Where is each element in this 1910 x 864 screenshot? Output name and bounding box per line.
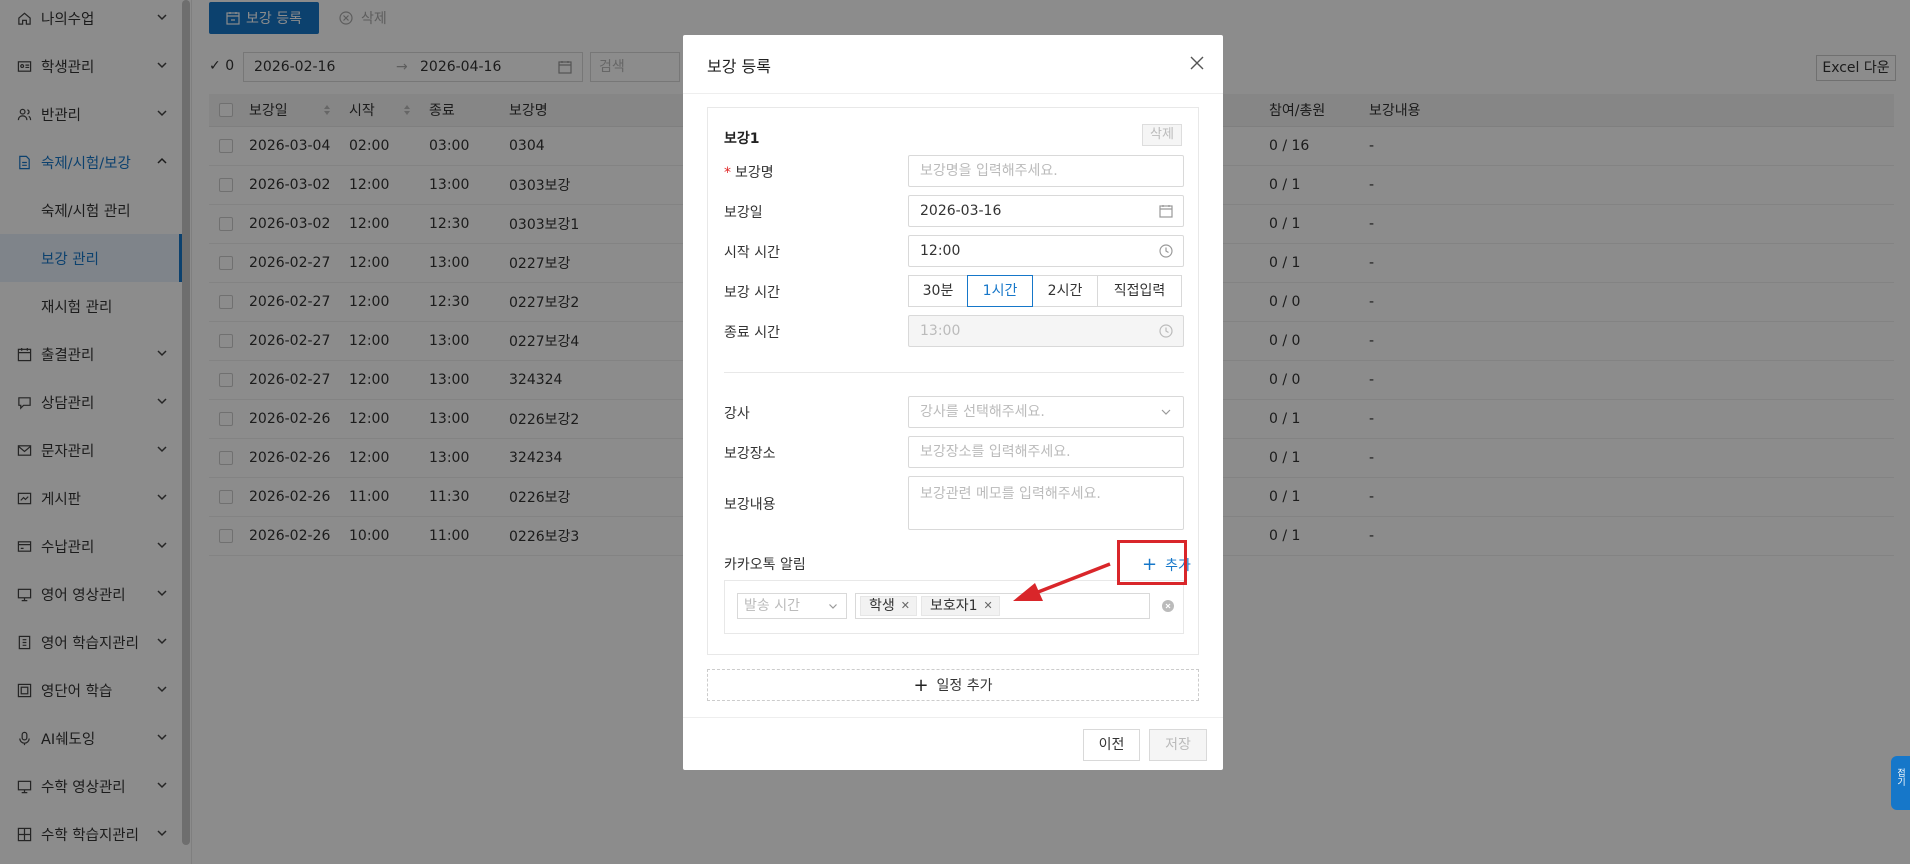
chevron-down-icon [829, 604, 837, 609]
side-collapse-label: 접기 [1895, 768, 1905, 786]
start-value: 12:00 [920, 243, 961, 259]
card-title: 보강1 [724, 131, 760, 147]
start-time-input[interactable]: 12:00 [908, 235, 1184, 267]
recipient-tag-label: 학생 [869, 598, 895, 614]
modal-title: 보강 등록 [707, 57, 771, 76]
duration-2h[interactable]: 2시간 [1032, 275, 1098, 307]
duration-30min[interactable]: 30분 [908, 275, 968, 307]
start-label: 시작 시간 [724, 245, 780, 261]
annotation-arrow [1013, 562, 1111, 601]
prev-button[interactable]: 이전 [1083, 729, 1140, 761]
name-label-text: 보강명 [735, 165, 774, 181]
name-label: * 보강명 [724, 162, 774, 182]
clear-icon[interactable] [1162, 600, 1174, 612]
teacher-label: 강사 [724, 406, 750, 422]
plus-icon: + [913, 674, 929, 696]
duration-label: 보강 시간 [724, 285, 780, 301]
makeup-register-modal: 보강 등록 보강1 삭제 * 보강명 보강명을 입력해주세요. 보강일 2026-… [683, 35, 1223, 770]
save-button[interactable]: 저장 [1149, 729, 1207, 761]
content-textarea[interactable]: 보강관련 메모를 입력해주세요. [908, 476, 1184, 530]
close-icon[interactable]: ✕ [984, 597, 993, 615]
teacher-select[interactable]: 강사를 선택해주세요. [908, 396, 1184, 428]
place-input[interactable]: 보강장소를 입력해주세요. [908, 436, 1184, 468]
send-time-select[interactable]: 발송 시간 [737, 593, 847, 619]
close-icon[interactable]: ✕ [901, 597, 910, 615]
end-time-input: 13:00 [908, 315, 1184, 347]
send-time-placeholder: 발송 시간 [744, 598, 800, 614]
add-schedule-button[interactable]: + 일정 추가 [707, 669, 1199, 701]
divider [724, 372, 1184, 373]
annotation-highlight-box [1117, 540, 1187, 585]
date-value: 2026-03-16 [920, 203, 1002, 219]
name-input[interactable]: 보강명을 입력해주세요. [908, 155, 1184, 187]
clock-icon [1159, 244, 1173, 258]
recipient-tag: 보호자1 ✕ [920, 596, 1000, 616]
recipient-tag-label: 보호자1 [929, 598, 978, 614]
end-label: 종료 시간 [724, 325, 780, 341]
duration-1h[interactable]: 1시간 [967, 275, 1033, 307]
calendar-icon [1159, 205, 1173, 218]
add-schedule-label: 일정 추가 [936, 678, 993, 694]
chevron-down-icon [1161, 409, 1171, 415]
place-label: 보강장소 [724, 446, 776, 462]
duration-custom[interactable]: 직접입력 [1097, 275, 1182, 307]
close-icon[interactable] [1189, 55, 1205, 71]
date-input[interactable]: 2026-03-16 [908, 195, 1184, 227]
clock-icon [1159, 324, 1173, 338]
date-label: 보강일 [724, 205, 763, 221]
card-delete-button[interactable]: 삭제 [1142, 124, 1182, 146]
teacher-placeholder: 강사를 선택해주세요. [920, 404, 1045, 420]
side-collapse-tab[interactable]: 접기 [1891, 756, 1910, 810]
required-mark: * [724, 165, 731, 181]
recipient-tag: 학생 ✕ [860, 596, 917, 616]
divider [683, 93, 1223, 94]
kakao-label: 카카오톡 알림 [724, 557, 806, 573]
duration-segmented: 30분 1시간 2시간 직접입력 [908, 275, 1182, 307]
end-value: 13:00 [920, 323, 961, 339]
divider [683, 717, 1223, 718]
content-label: 보강내용 [724, 497, 776, 513]
